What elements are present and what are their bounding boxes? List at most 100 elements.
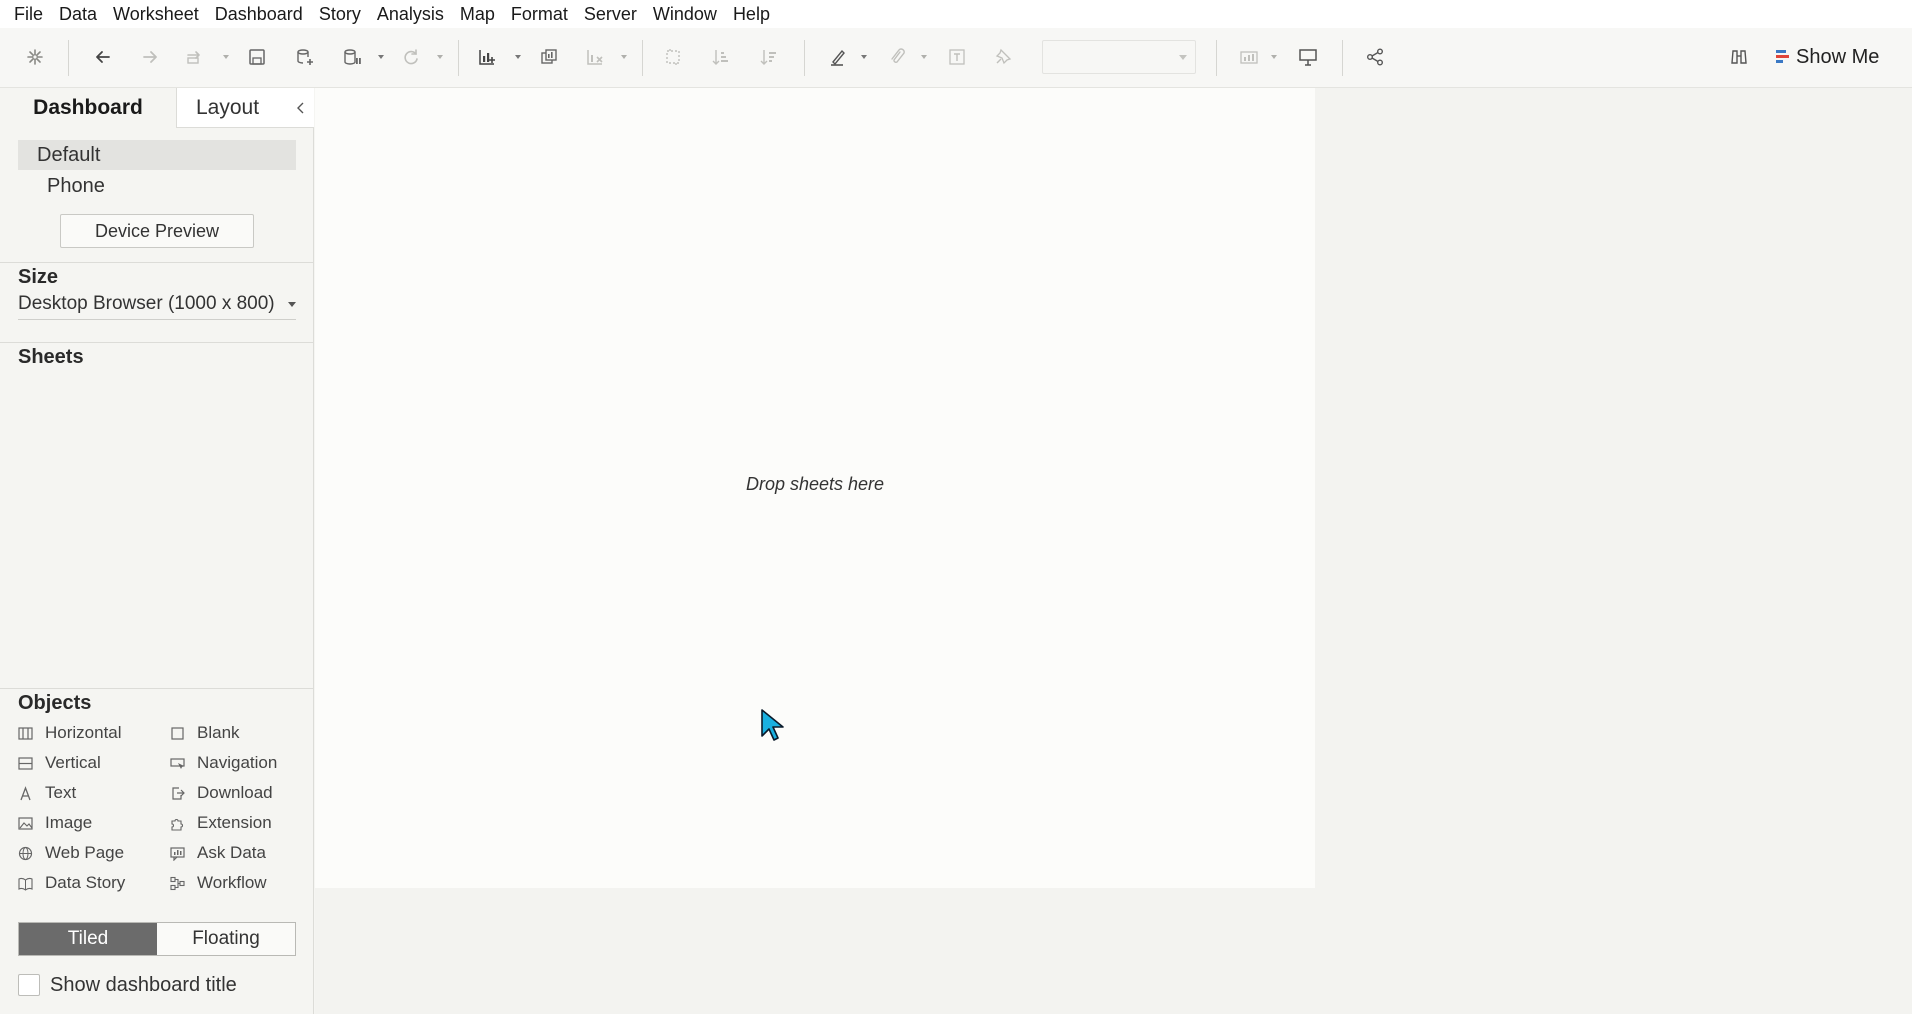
- show-me-icon: [1776, 50, 1789, 63]
- duplicate-icon[interactable]: [534, 42, 564, 72]
- binoculars-icon[interactable]: [1724, 42, 1754, 72]
- fit-select[interactable]: [1042, 40, 1196, 74]
- object-label: Text: [45, 783, 77, 802]
- chart-dropdown-icon[interactable]: [1268, 42, 1280, 72]
- navigation-icon: [170, 757, 185, 769]
- group-icon[interactable]: [882, 42, 912, 72]
- object-label: Web Page: [45, 843, 125, 862]
- toolbar-divider: [804, 40, 805, 76]
- pause-updates-icon[interactable]: [337, 42, 367, 72]
- object-data-story[interactable]: Data Story: [18, 870, 125, 896]
- object-label: Vertical: [45, 753, 101, 772]
- show-me-button[interactable]: Show Me: [1776, 42, 1879, 72]
- paste-icon[interactable]: [180, 42, 210, 72]
- highlight-dropdown-icon[interactable]: [858, 42, 870, 72]
- tab-layout[interactable]: Layout: [176, 88, 314, 128]
- menu-data[interactable]: Data: [51, 0, 105, 28]
- show-title-label: Show dashboard title: [50, 973, 237, 996]
- save-icon[interactable]: [242, 42, 272, 72]
- sort-ascending-icon[interactable]: [706, 42, 736, 72]
- image-icon: [18, 816, 33, 830]
- dashboard-side-panel: Dashboard Layout Default Phone Device Pr…: [0, 88, 314, 1014]
- menu-story[interactable]: Story: [311, 0, 369, 28]
- refresh-icon[interactable]: [396, 42, 426, 72]
- mouse-cursor-icon: [761, 709, 784, 741]
- menu-window[interactable]: Window: [645, 0, 725, 28]
- object-label: Horizontal: [45, 723, 122, 742]
- redo-icon[interactable]: [135, 42, 165, 72]
- globe-icon: [18, 846, 33, 860]
- divider: [0, 688, 314, 689]
- highlight-icon[interactable]: [823, 42, 853, 72]
- undo-icon[interactable]: [88, 42, 118, 72]
- refresh-dropdown-icon[interactable]: [434, 42, 446, 72]
- object-blank[interactable]: Blank: [170, 720, 240, 746]
- sheets-title: Sheets: [18, 346, 84, 368]
- show-title-checkbox[interactable]: [18, 974, 40, 996]
- object-workflow[interactable]: Workflow: [170, 870, 267, 896]
- menu-worksheet[interactable]: Worksheet: [105, 0, 207, 28]
- menu-file[interactable]: File: [6, 0, 51, 28]
- chevron-down-icon: [1179, 55, 1187, 60]
- objects-title: Objects: [18, 692, 92, 714]
- presentation-icon[interactable]: [1293, 42, 1323, 72]
- new-data-source-icon[interactable]: [290, 42, 320, 72]
- object-image[interactable]: Image: [18, 810, 92, 836]
- size-select[interactable]: Desktop Browser (1000 x 800): [18, 290, 296, 320]
- new-worksheet-dropdown-icon[interactable]: [512, 42, 524, 72]
- object-horizontal[interactable]: Horizontal: [18, 720, 122, 746]
- paste-dropdown-icon[interactable]: [220, 42, 232, 72]
- layout-mode-toggle: Tiled Floating: [18, 922, 296, 956]
- object-extension[interactable]: Extension: [170, 810, 272, 836]
- object-label: Ask Data: [197, 843, 266, 862]
- menu-help[interactable]: Help: [725, 0, 778, 28]
- share-icon[interactable]: [1360, 42, 1390, 72]
- menu-map[interactable]: Map: [452, 0, 503, 28]
- toolbar: Show Me: [0, 28, 1912, 88]
- show-dashboard-title-toggle[interactable]: Show dashboard title: [18, 972, 237, 998]
- size-select-value: Desktop Browser (1000 x 800): [18, 293, 275, 314]
- clear-icon[interactable]: [580, 42, 610, 72]
- sort-descending-icon[interactable]: [754, 42, 784, 72]
- object-text[interactable]: Text: [18, 780, 76, 806]
- object-label: Image: [45, 813, 93, 832]
- group-dropdown-icon[interactable]: [918, 42, 930, 72]
- toolbar-divider: [68, 40, 69, 76]
- divider: [0, 342, 314, 343]
- canvas-area: Drop sheets here: [315, 88, 1912, 1014]
- labels-icon[interactable]: [942, 42, 972, 72]
- object-label: Data Story: [45, 873, 126, 892]
- tab-dashboard[interactable]: Dashboard: [0, 88, 176, 128]
- device-default[interactable]: Default: [18, 140, 296, 170]
- pin-icon[interactable]: [988, 42, 1018, 72]
- tab-layout-label: Layout: [196, 96, 260, 119]
- dashboard-canvas[interactable]: Drop sheets here: [315, 88, 1315, 888]
- object-download[interactable]: Download: [170, 780, 273, 806]
- blank-icon: [171, 726, 184, 740]
- tableau-logo-icon[interactable]: [20, 42, 50, 72]
- tiled-button[interactable]: Tiled: [19, 923, 157, 955]
- menu-analysis[interactable]: Analysis: [369, 0, 452, 28]
- object-ask-data[interactable]: Ask Data: [170, 840, 266, 866]
- menu-server[interactable]: Server: [576, 0, 645, 28]
- size-title: Size: [18, 266, 59, 288]
- device-preview-button[interactable]: Device Preview: [60, 214, 254, 248]
- swap-icon[interactable]: [658, 42, 688, 72]
- clear-dropdown-icon[interactable]: [618, 42, 630, 72]
- drop-sheets-placeholder: Drop sheets here: [745, 474, 885, 494]
- floating-button[interactable]: Floating: [157, 923, 295, 955]
- object-navigation[interactable]: Navigation: [170, 750, 277, 776]
- new-worksheet-icon[interactable]: [472, 42, 502, 72]
- device-phone[interactable]: Phone: [18, 171, 296, 201]
- toolbar-divider: [1216, 40, 1217, 76]
- chart-icon[interactable]: [1234, 42, 1264, 72]
- workflow-icon: [170, 876, 185, 890]
- menu-format[interactable]: Format: [503, 0, 576, 28]
- show-me-label: Show Me: [1796, 45, 1880, 68]
- object-web-page[interactable]: Web Page: [18, 840, 124, 866]
- pause-dropdown-icon[interactable]: [375, 42, 387, 72]
- object-vertical[interactable]: Vertical: [18, 750, 101, 776]
- object-label: Download: [197, 783, 273, 802]
- menu-dashboard[interactable]: Dashboard: [207, 0, 311, 28]
- chevron-left-icon[interactable]: [294, 100, 308, 116]
